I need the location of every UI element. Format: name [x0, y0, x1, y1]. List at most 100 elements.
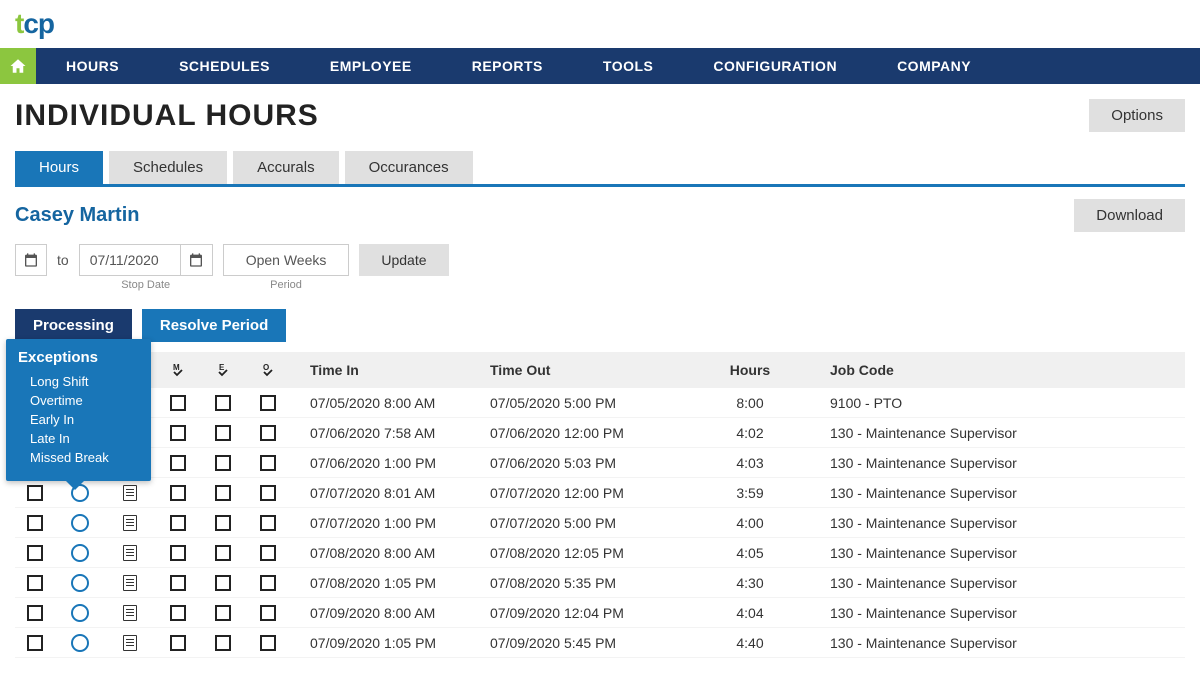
period-button[interactable]: Open Weeks [223, 244, 350, 276]
employee-approve-checkbox[interactable] [215, 455, 231, 471]
row-select-checkbox[interactable] [27, 635, 43, 651]
cell-jobcode: 130 - Maintenance Supervisor [810, 515, 1185, 531]
status-indicator-icon[interactable] [71, 574, 89, 592]
cell-timein: 07/07/2020 8:01 AM [290, 485, 490, 501]
table-header: M E O Time In Time Out Hours Job Code [15, 352, 1185, 388]
note-icon[interactable] [123, 635, 137, 651]
manager-approve-checkbox[interactable] [170, 635, 186, 651]
download-button[interactable]: Download [1074, 199, 1185, 232]
start-date-picker[interactable] [15, 244, 47, 276]
employee-approve-checkbox[interactable] [215, 575, 231, 591]
manager-approve-checkbox[interactable] [170, 575, 186, 591]
exception-missed-break[interactable]: Missed Break [18, 448, 135, 467]
tab-occurances[interactable]: Occurances [345, 151, 473, 184]
processing-button[interactable]: Processing [15, 309, 132, 342]
note-icon[interactable] [123, 545, 137, 561]
other-approve-checkbox[interactable] [260, 455, 276, 471]
cell-timein: 07/09/2020 1:05 PM [290, 635, 490, 651]
tab-hours[interactable]: Hours [15, 151, 103, 184]
exception-long-shift[interactable]: Long Shift [18, 372, 135, 391]
manager-approve-checkbox[interactable] [170, 515, 186, 531]
row-select-checkbox[interactable] [27, 605, 43, 621]
cell-timeout: 07/05/2020 5:00 PM [490, 395, 690, 411]
nav-item-configuration[interactable]: CONFIGURATION [683, 48, 867, 84]
note-icon[interactable] [123, 605, 137, 621]
cell-jobcode: 9100 - PTO [810, 395, 1185, 411]
row-select-checkbox[interactable] [27, 485, 43, 501]
other-approve-checkbox[interactable] [260, 485, 276, 501]
note-icon[interactable] [123, 515, 137, 531]
employee-approve-checkbox[interactable] [215, 485, 231, 501]
cell-timeout: 07/06/2020 12:00 PM [490, 425, 690, 441]
cell-timeout: 07/06/2020 5:03 PM [490, 455, 690, 471]
other-approve-checkbox[interactable] [260, 575, 276, 591]
other-approve-checkbox[interactable] [260, 545, 276, 561]
stop-date-input[interactable] [80, 252, 180, 268]
header-jobcode: Job Code [810, 362, 1185, 378]
options-button[interactable]: Options [1089, 99, 1185, 132]
manager-approve-checkbox[interactable] [170, 605, 186, 621]
tab-accurals[interactable]: Accurals [233, 151, 339, 184]
exception-late-in[interactable]: Late In [18, 429, 135, 448]
status-indicator-icon[interactable] [71, 634, 89, 652]
row-select-checkbox[interactable] [27, 575, 43, 591]
stop-date-picker[interactable] [180, 244, 212, 276]
table-row: 07/09/2020 1:05 PM07/09/2020 5:45 PM4:40… [15, 628, 1185, 658]
stop-date-input-wrap[interactable] [79, 244, 213, 276]
status-indicator-icon[interactable] [71, 544, 89, 562]
update-button[interactable]: Update [359, 244, 448, 276]
employee-approve-checkbox[interactable] [215, 635, 231, 651]
resolve-period-button[interactable]: Resolve Period [142, 309, 286, 342]
other-approve-checkbox[interactable] [260, 395, 276, 411]
manager-approve-checkbox[interactable] [170, 485, 186, 501]
cell-timein: 07/07/2020 1:00 PM [290, 515, 490, 531]
cell-hours: 4:02 [690, 425, 810, 441]
nav-item-hours[interactable]: HOURS [36, 48, 149, 84]
employee-approve-checkbox[interactable] [215, 395, 231, 411]
nav-item-employee[interactable]: EMPLOYEE [300, 48, 442, 84]
sub-tabs: HoursSchedulesAccuralsOccurances [15, 151, 1185, 187]
nav-item-company[interactable]: COMPANY [867, 48, 1001, 84]
cell-jobcode: 130 - Maintenance Supervisor [810, 575, 1185, 591]
other-approve-checkbox[interactable] [260, 605, 276, 621]
other-approve-checkbox[interactable] [260, 425, 276, 441]
svg-text:O: O [263, 363, 269, 372]
other-approve-checkbox[interactable] [260, 515, 276, 531]
status-indicator-icon[interactable] [71, 514, 89, 532]
exception-overtime[interactable]: Overtime [18, 391, 135, 410]
cell-hours: 4:40 [690, 635, 810, 651]
note-icon[interactable] [123, 485, 137, 501]
manager-approve-checkbox[interactable] [170, 545, 186, 561]
cell-jobcode: 130 - Maintenance Supervisor [810, 635, 1185, 651]
nav-item-reports[interactable]: REPORTS [442, 48, 573, 84]
manager-approve-checkbox[interactable] [170, 395, 186, 411]
cell-timein: 07/05/2020 8:00 AM [290, 395, 490, 411]
status-indicator-icon[interactable] [71, 604, 89, 622]
row-select-checkbox[interactable] [27, 545, 43, 561]
exception-early-in[interactable]: Early In [18, 410, 135, 429]
cell-hours: 8:00 [690, 395, 810, 411]
cell-jobcode: 130 - Maintenance Supervisor [810, 455, 1185, 471]
manager-approve-checkbox[interactable] [170, 455, 186, 471]
cell-timein: 07/08/2020 1:05 PM [290, 575, 490, 591]
manager-approve-checkbox[interactable] [170, 425, 186, 441]
tab-schedules[interactable]: Schedules [109, 151, 227, 184]
nav-item-schedules[interactable]: SCHEDULES [149, 48, 300, 84]
employee-approval-header-icon: E [216, 362, 230, 378]
note-icon[interactable] [123, 575, 137, 591]
cell-hours: 4:30 [690, 575, 810, 591]
cell-hours: 4:03 [690, 455, 810, 471]
home-button[interactable] [0, 48, 36, 84]
table-row: 07/08/2020 1:05 PM07/08/2020 5:35 PM4:30… [15, 568, 1185, 598]
employee-approve-checkbox[interactable] [215, 605, 231, 621]
row-select-checkbox[interactable] [27, 515, 43, 531]
cell-timein: 07/06/2020 7:58 AM [290, 425, 490, 441]
employee-approve-checkbox[interactable] [215, 425, 231, 441]
cell-timeout: 07/09/2020 5:45 PM [490, 635, 690, 651]
other-approve-checkbox[interactable] [260, 635, 276, 651]
employee-approve-checkbox[interactable] [215, 545, 231, 561]
nav-item-tools[interactable]: TOOLS [573, 48, 683, 84]
hours-table: M E O Time In Time Out Hours Job Code 07… [15, 352, 1185, 658]
cell-hours: 4:00 [690, 515, 810, 531]
employee-approve-checkbox[interactable] [215, 515, 231, 531]
